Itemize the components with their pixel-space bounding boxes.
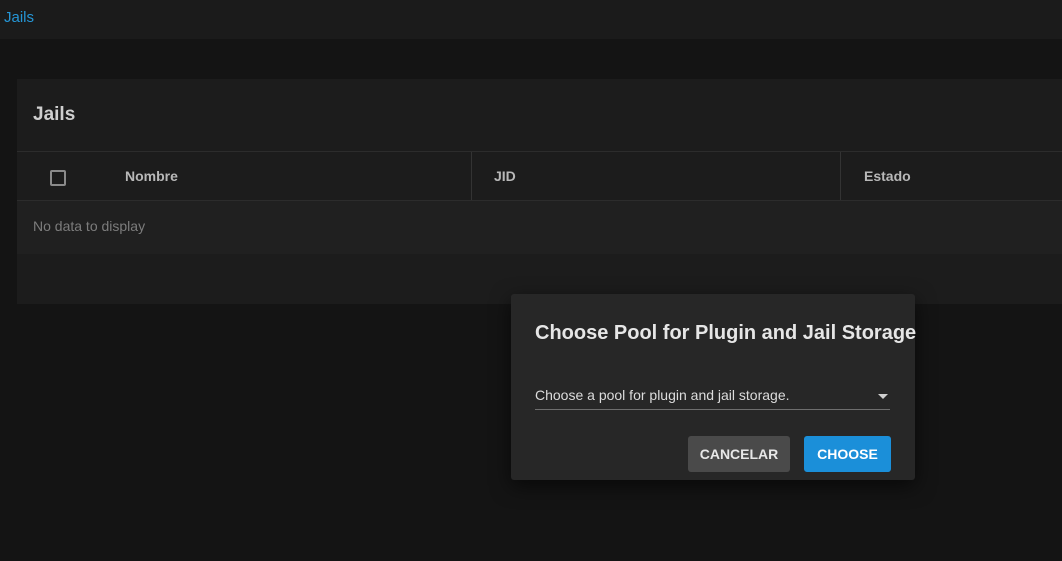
column-separator[interactable]: [840, 152, 841, 200]
breadcrumb-link-jails[interactable]: Jails: [4, 9, 34, 26]
column-header-nombre[interactable]: Nombre: [125, 152, 178, 200]
dropdown-arrow-icon: [878, 394, 888, 399]
column-separator[interactable]: [471, 152, 472, 200]
jails-card: Jails Nombre JID Estado No data to displ…: [17, 79, 1062, 304]
breadcrumb: Jails: [0, 0, 1062, 39]
column-header-jid[interactable]: JID: [494, 152, 516, 200]
empty-message: No data to display: [33, 218, 146, 234]
pool-select[interactable]: Choose a pool for plugin and jail storag…: [535, 382, 890, 410]
table-body: No data to display: [17, 201, 1062, 254]
dialog-title: Choose Pool for Plugin and Jail Storage: [535, 322, 917, 344]
choose-pool-dialog: Choose Pool for Plugin and Jail Storage …: [511, 294, 917, 480]
pool-select-placeholder: Choose a pool for plugin and jail storag…: [535, 387, 790, 403]
cancel-button[interactable]: CANCELAR: [688, 436, 790, 472]
column-header-estado[interactable]: Estado: [864, 152, 911, 200]
choose-button[interactable]: CHOOSE: [804, 436, 891, 472]
select-all-checkbox[interactable]: [50, 170, 66, 186]
card-title: Jails: [33, 104, 76, 125]
table-header: Nombre JID Estado: [17, 151, 1062, 201]
